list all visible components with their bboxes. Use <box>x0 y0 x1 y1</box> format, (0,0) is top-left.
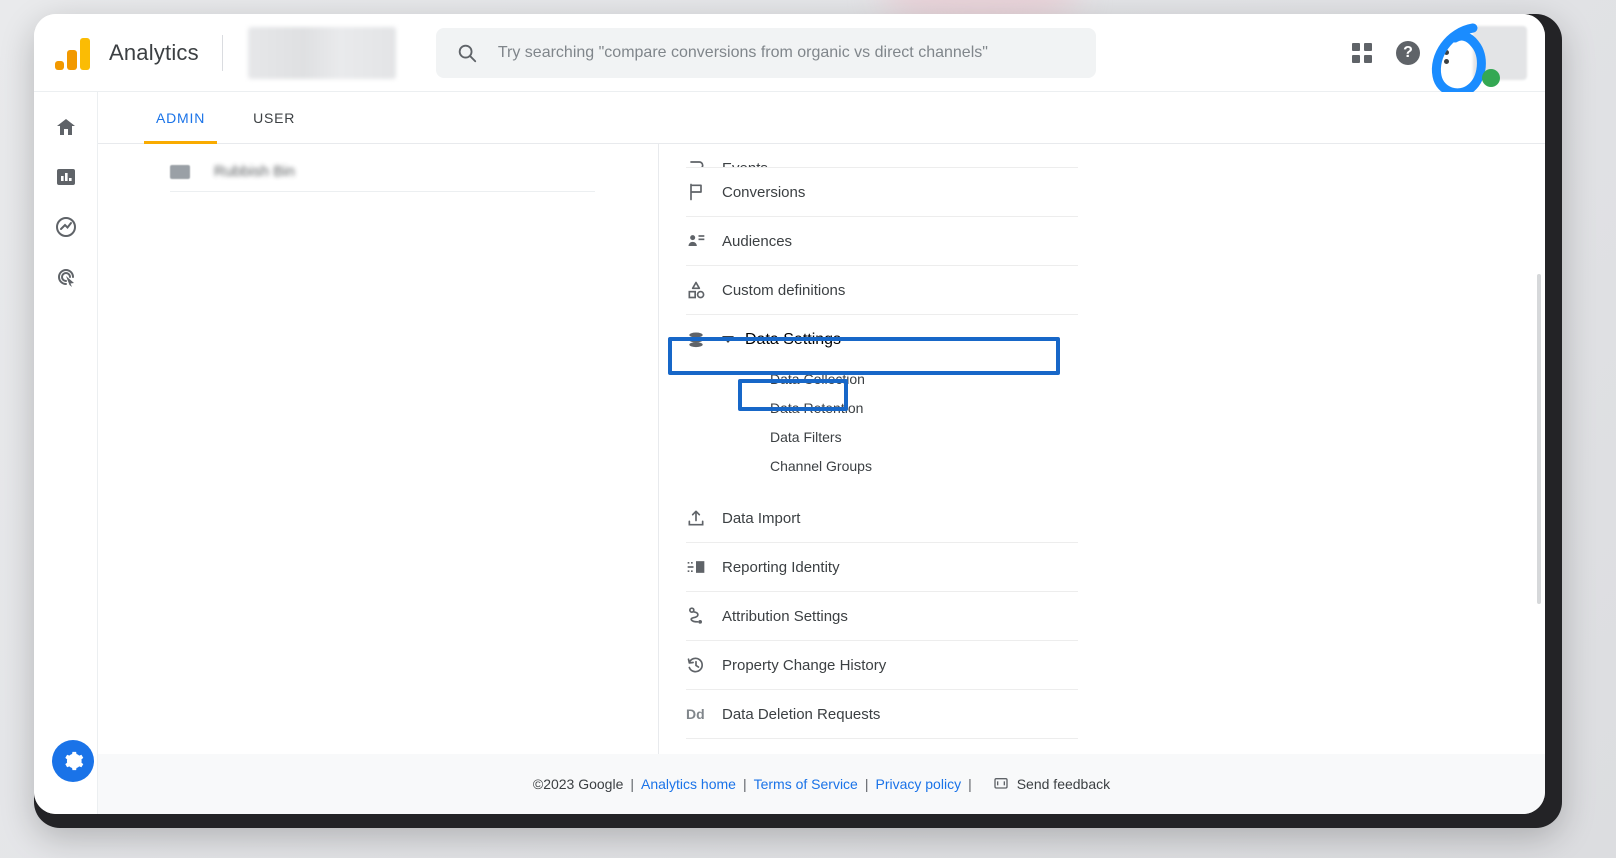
events-icon <box>686 157 722 167</box>
explore-icon[interactable] <box>53 214 79 240</box>
footer-separator: | <box>968 776 972 792</box>
send-feedback-button[interactable]: Send feedback <box>993 776 1110 792</box>
tab-admin[interactable]: ADMIN <box>143 92 218 144</box>
menu-item-label: Data Deletion Requests <box>722 705 881 723</box>
footer-link-privacy-policy[interactable]: Privacy policy <box>875 776 961 792</box>
admin-user-tabs: ADMIN USER <box>98 92 1545 144</box>
advertising-icon[interactable] <box>53 264 79 290</box>
submenu-item-label: Channel Groups <box>770 457 872 474</box>
menu-item-conversions[interactable]: Conversions <box>686 168 1078 217</box>
home-icon[interactable] <box>53 114 79 140</box>
footer-separator: | <box>742 776 747 792</box>
menu-item-data-settings[interactable]: Data Settings <box>686 315 1078 364</box>
menu-item-reporting-identity[interactable]: Reporting Identity <box>686 543 1078 592</box>
app-header: Analytics Try searching "compare convers… <box>34 14 1545 98</box>
menu-item-custom-definitions[interactable]: Custom definitions <box>686 266 1078 315</box>
avatar[interactable] <box>1473 25 1527 80</box>
feedback-icon <box>994 778 1008 789</box>
search-input[interactable]: Try searching "compare conversions from … <box>435 27 1096 78</box>
analytics-logo-icon <box>55 36 95 70</box>
audiences-icon <box>686 231 722 251</box>
identity-icon <box>686 557 722 577</box>
account-column: Rubbish Bin <box>98 144 659 784</box>
menu-item-events[interactable]: Events <box>686 144 1078 168</box>
left-nav-rail <box>34 92 98 814</box>
menu-item-data-deletion-requests[interactable]: Dd Data Deletion Requests <box>686 690 1078 739</box>
menu-item-label: Property Change History <box>722 656 887 674</box>
submenu-item-label: Data Collection <box>770 370 865 387</box>
dd-icon: Dd <box>686 706 705 722</box>
bin-icon <box>170 164 190 179</box>
submenu-item-data-collection[interactable]: Data Collection <box>770 364 1078 393</box>
search-icon <box>458 44 477 62</box>
more-options-icon[interactable] <box>1444 41 1449 64</box>
menu-item-label: Data Settings <box>745 330 842 348</box>
admin-content: Rubbish Bin Events <box>98 144 1545 784</box>
footer-link-analytics-home[interactable]: Analytics home <box>641 776 736 792</box>
submenu-item-channel-groups[interactable]: Channel Groups <box>770 451 1078 480</box>
chevron-down-icon[interactable] <box>722 336 734 343</box>
menu-item-label: Reporting Identity <box>722 558 840 576</box>
submenu-item-data-retention[interactable]: Data Retention <box>770 393 1078 422</box>
browser-window: Analytics Try searching "compare convers… <box>34 14 1545 814</box>
menu-item-audiences[interactable]: Audiences <box>686 217 1078 266</box>
header-divider <box>221 34 223 71</box>
admin-gear-icon[interactable] <box>52 740 94 782</box>
reports-icon[interactable] <box>53 164 79 190</box>
submenu-item-label: Data Filters <box>770 428 842 445</box>
submenu-item-label: Data Retention <box>770 399 864 416</box>
copyright-text: ©2023 Google <box>532 776 624 792</box>
tab-user[interactable]: USER <box>253 92 295 144</box>
menu-item-property-change-history[interactable]: Property Change History <box>686 641 1078 690</box>
search-placeholder: Try searching "compare conversions from … <box>497 43 988 61</box>
footer-separator: | <box>864 776 869 792</box>
account-item-label: Rubbish Bin <box>214 163 295 180</box>
submenu-item-data-filters[interactable]: Data Filters <box>770 422 1078 451</box>
menu-item-data-import[interactable]: Data Import <box>686 494 1078 543</box>
history-icon <box>686 655 722 675</box>
flag-icon <box>686 182 722 202</box>
account-item-rubbish-bin[interactable]: Rubbish Bin <box>170 152 595 192</box>
menu-item-label: Audiences <box>722 232 793 250</box>
content-scrollbar[interactable] <box>1534 144 1544 784</box>
header-actions: ? <box>1352 25 1545 80</box>
upload-icon <box>686 508 722 528</box>
page-footer: ©2023 Google | Analytics home | Terms of… <box>98 754 1545 814</box>
account-selector[interactable] <box>247 26 396 79</box>
help-icon[interactable]: ? <box>1396 40 1420 65</box>
attribution-icon <box>686 606 722 626</box>
menu-item-label: Custom definitions <box>722 281 846 299</box>
menu-item-label: Conversions <box>722 183 806 201</box>
property-menu: Events Conversions <box>686 144 1078 763</box>
footer-link-terms-of-service[interactable]: Terms of Service <box>754 776 858 792</box>
send-feedback-label: Send feedback <box>1016 776 1111 792</box>
scrollbar-thumb[interactable] <box>1537 274 1541 604</box>
menu-item-label: Data Import <box>722 509 801 527</box>
property-column: Events Conversions <box>660 144 1110 784</box>
shapes-icon <box>686 280 722 300</box>
menu-item-label: Attribution Settings <box>722 607 848 625</box>
page-title: Analytics <box>109 39 199 65</box>
database-icon <box>686 330 722 350</box>
menu-item-label: Events <box>722 160 768 167</box>
menu-item-attribution-settings[interactable]: Attribution Settings <box>686 592 1078 641</box>
footer-separator: | <box>630 776 635 792</box>
apps-grid-icon[interactable] <box>1352 42 1372 63</box>
